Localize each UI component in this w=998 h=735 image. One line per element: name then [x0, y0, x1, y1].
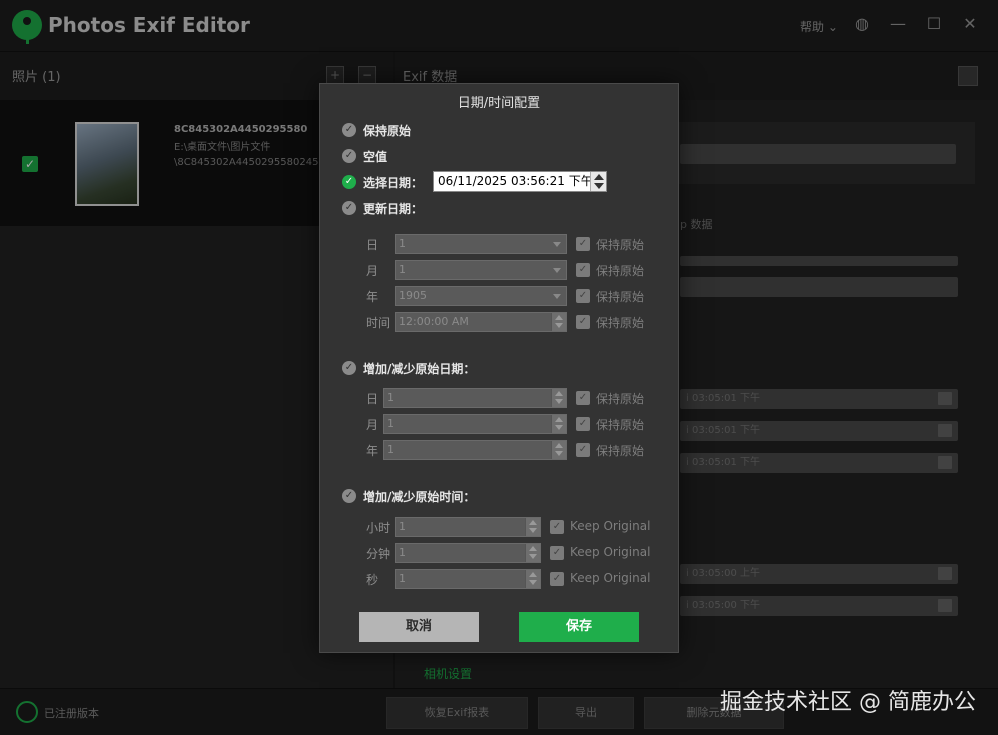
- cancel-button[interactable]: 取消: [359, 612, 479, 642]
- field-label: 年: [366, 444, 379, 458]
- delta-second-spinner[interactable]: 1: [395, 569, 541, 589]
- keep-original-label: Keep Original: [570, 519, 651, 533]
- datetime-picker-input[interactable]: 06/11/2025 03:56:21 下午: [433, 171, 607, 192]
- spinner-arrows-icon[interactable]: [551, 441, 566, 459]
- option-label: 选择日期：: [363, 175, 424, 190]
- delta-hour-row: 小时 1 ✓ Keep Original: [320, 517, 678, 537]
- keep-original-label: 保持原始: [596, 418, 645, 432]
- option-empty[interactable]: ✓ 空值: [342, 147, 387, 165]
- keep-original-checkbox[interactable]: ✓: [576, 315, 590, 329]
- option-label: 增加/减少原始时间：: [363, 489, 476, 504]
- option-label: 增加/减少原始日期：: [363, 361, 476, 376]
- keep-original-checkbox[interactable]: ✓: [550, 520, 564, 534]
- datetime-picker-value: 06/11/2025 03:56:21 下午: [438, 174, 593, 188]
- update-month-select[interactable]: 1: [395, 260, 567, 280]
- watermark-text: 掘金技术社区 @ 简鹿办公: [720, 690, 976, 715]
- option-keep-original[interactable]: ✓ 保持原始: [342, 121, 411, 139]
- delta-year-spinner[interactable]: 1: [383, 440, 567, 460]
- keep-original-checkbox[interactable]: ✓: [576, 391, 590, 405]
- keep-original-label: 保持原始: [596, 392, 645, 406]
- save-button[interactable]: 保存: [519, 612, 639, 642]
- option-label: 空值: [363, 149, 388, 164]
- radio-check-icon[interactable]: ✓: [342, 201, 356, 215]
- keep-original-label: 保持原始: [596, 290, 645, 304]
- update-day-row: 日 1 ✓ 保持原始: [320, 234, 678, 254]
- spin-down-icon[interactable]: [594, 183, 604, 189]
- field-label: 日: [366, 392, 379, 406]
- delta-second-row: 秒 1 ✓ Keep Original: [320, 569, 678, 589]
- chevron-down-icon: [553, 242, 561, 247]
- spinner-arrows-icon[interactable]: [525, 570, 540, 588]
- field-label: 分钟: [366, 547, 391, 561]
- update-month-row: 月 1 ✓ 保持原始: [320, 260, 678, 280]
- delta-month-row: 月 1 ✓ 保持原始: [320, 414, 678, 434]
- spinner-value: 1: [387, 417, 394, 430]
- keep-original-checkbox[interactable]: ✓: [576, 417, 590, 431]
- option-select-date[interactable]: ✓ 选择日期：: [342, 173, 423, 191]
- field-label: 月: [366, 418, 379, 432]
- spinner-value: 1: [387, 391, 394, 404]
- spinner-arrows-icon[interactable]: [525, 544, 540, 562]
- spinner-value: 1: [399, 546, 406, 559]
- delta-month-spinner[interactable]: 1: [383, 414, 567, 434]
- spinner-arrows-icon[interactable]: [525, 518, 540, 536]
- option-add-sub-time[interactable]: ✓ 增加/减少原始时间：: [342, 487, 475, 505]
- delta-day-spinner[interactable]: 1: [383, 388, 567, 408]
- delta-minute-spinner[interactable]: 1: [395, 543, 541, 563]
- update-time-spinner[interactable]: 12:00:00 AM: [395, 312, 567, 332]
- datetime-spinner[interactable]: [590, 172, 606, 191]
- select-value: 1: [399, 237, 406, 250]
- spinner-value: 1: [399, 572, 406, 585]
- radio-selected-icon[interactable]: ✓: [342, 175, 356, 189]
- delta-minute-row: 分钟 1 ✓ Keep Original: [320, 543, 678, 563]
- field-label: 年: [366, 290, 379, 304]
- keep-original-label: Keep Original: [570, 571, 651, 585]
- spinner-value: 12:00:00 AM: [399, 315, 469, 328]
- spinner-arrows-icon[interactable]: [551, 389, 566, 407]
- keep-original-checkbox[interactable]: ✓: [576, 237, 590, 251]
- option-label: 保持原始: [363, 123, 412, 138]
- keep-original-label: 保持原始: [596, 444, 645, 458]
- spin-up-icon[interactable]: [594, 174, 604, 180]
- radio-check-icon[interactable]: ✓: [342, 361, 356, 375]
- dialog-title: 日期/时间配置: [457, 96, 541, 111]
- option-update-date[interactable]: ✓ 更新日期：: [342, 199, 423, 217]
- update-day-select[interactable]: 1: [395, 234, 567, 254]
- keep-original-checkbox[interactable]: ✓: [576, 263, 590, 277]
- update-year-row: 年 1905 ✓ 保持原始: [320, 286, 678, 306]
- spinner-arrows-icon[interactable]: [551, 313, 566, 331]
- chevron-down-icon: [553, 294, 561, 299]
- field-label: 时间: [366, 316, 391, 330]
- keep-original-label: Keep Original: [570, 545, 651, 559]
- update-year-select[interactable]: 1905: [395, 286, 567, 306]
- keep-original-checkbox[interactable]: ✓: [550, 546, 564, 560]
- update-time-row: 时间 12:00:00 AM ✓ 保持原始: [320, 312, 678, 332]
- spinner-value: 1: [387, 443, 394, 456]
- select-value: 1: [399, 263, 406, 276]
- keep-original-checkbox[interactable]: ✓: [576, 443, 590, 457]
- radio-check-icon[interactable]: ✓: [342, 489, 356, 503]
- delta-year-row: 年 1 ✓ 保持原始: [320, 440, 678, 460]
- field-label: 小时: [366, 521, 391, 535]
- delta-day-row: 日 1 ✓ 保持原始: [320, 388, 678, 408]
- spinner-arrows-icon[interactable]: [551, 415, 566, 433]
- field-label: 日: [366, 238, 379, 252]
- datetime-config-dialog: 日期/时间配置 ✓ 保持原始 ✓ 空值 ✓ 选择日期： 06/11/2025 0…: [319, 83, 679, 653]
- keep-original-checkbox[interactable]: ✓: [576, 289, 590, 303]
- keep-original-label: 保持原始: [596, 238, 645, 252]
- radio-check-icon[interactable]: ✓: [342, 149, 356, 163]
- delta-hour-spinner[interactable]: 1: [395, 517, 541, 537]
- keep-original-checkbox[interactable]: ✓: [550, 572, 564, 586]
- spinner-value: 1: [399, 520, 406, 533]
- chevron-down-icon: [553, 268, 561, 273]
- field-label: 秒: [366, 573, 379, 587]
- field-label: 月: [366, 264, 379, 278]
- option-label: 更新日期：: [363, 201, 424, 216]
- option-add-sub-date[interactable]: ✓ 增加/减少原始日期：: [342, 359, 475, 377]
- keep-original-label: 保持原始: [596, 316, 645, 330]
- keep-original-label: 保持原始: [596, 264, 645, 278]
- radio-check-icon[interactable]: ✓: [342, 123, 356, 137]
- select-value: 1905: [399, 289, 427, 302]
